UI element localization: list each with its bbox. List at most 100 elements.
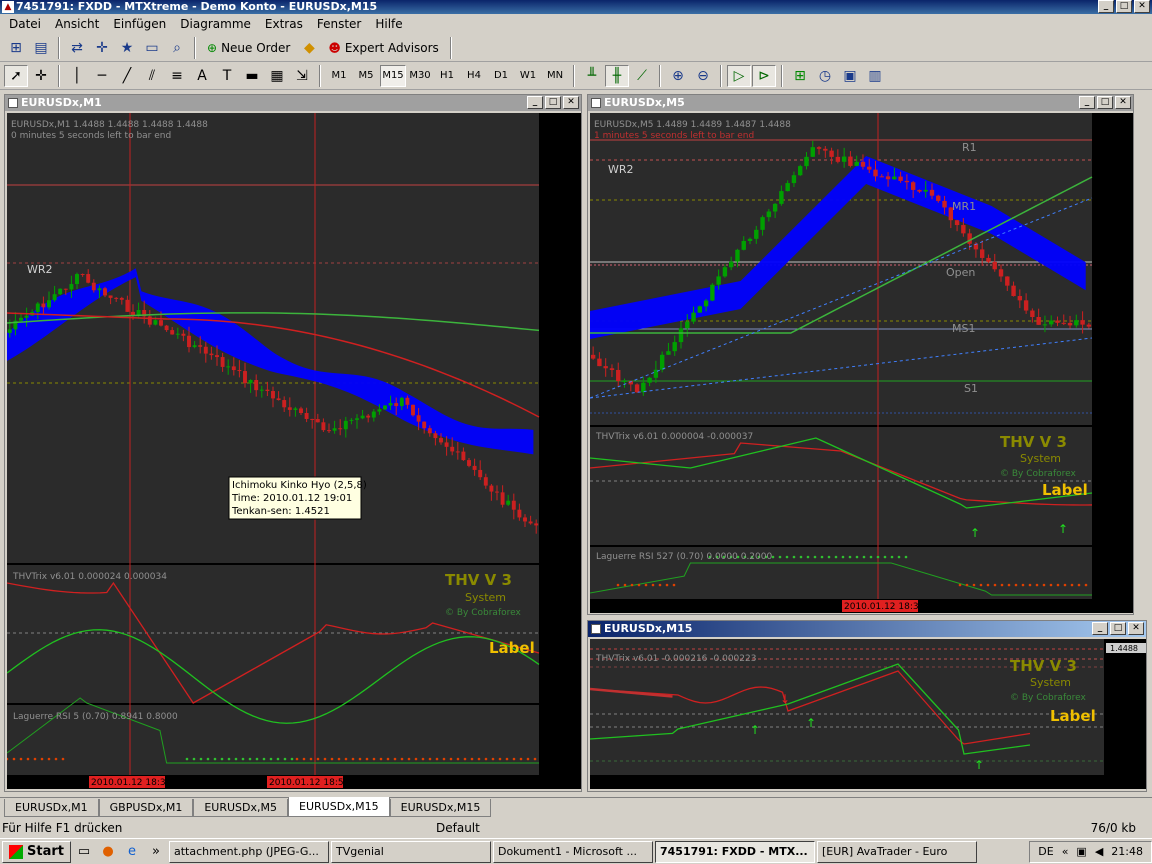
task-tvgenial[interactable]: TVgenial (330, 840, 491, 863)
timeframe-d1[interactable]: D1 (488, 65, 514, 87)
horizontal-line-icon[interactable]: ─ (90, 65, 114, 87)
task-attachment[interactable]: attachment.php (JPEG-G... (168, 840, 329, 863)
chart-canvas-m1[interactable]: 0.000112 0.0000 -0.000112 1 0 EURUSDx,M1 1.… (7, 113, 581, 789)
rsi-dot (283, 757, 287, 761)
window-minimize-button[interactable]: _ (527, 96, 543, 109)
menu-fenster[interactable]: Fenster (310, 17, 369, 31)
window-maximize-button[interactable]: □ (1110, 622, 1126, 635)
chart-svg-m5[interactable]: ↑ ↑ 0.00035 0.0003 0.0000 -0.00037 1 0 EURUSDx… (590, 113, 1133, 613)
window-close-button[interactable]: ✕ (563, 96, 579, 109)
window-maximize-button[interactable]: □ (545, 96, 561, 109)
navigator-icon[interactable]: ★ (115, 37, 139, 59)
maximize-button[interactable]: □ (1116, 0, 1132, 13)
task-metatrader[interactable]: 7451791: FXDD - MTX... (654, 840, 815, 863)
autoscroll-icon[interactable]: ▷ (727, 64, 751, 87)
show-desktop-icon[interactable]: ▭ (73, 841, 95, 863)
chart-window-m5-title[interactable]: EURUSDx,M5 _ □ ✕ (588, 95, 1133, 111)
line-chart-icon[interactable]: ⟋ (630, 65, 654, 87)
meta-editor-icon[interactable]: ◆ (297, 37, 321, 59)
menu-diagramme[interactable]: Diagramme (173, 17, 258, 31)
timeframe-m5[interactable]: M5 (353, 65, 379, 87)
candle-body (528, 521, 533, 524)
timeframe-h1[interactable]: H1 (434, 65, 460, 87)
templates-icon[interactable]: ▣ (838, 65, 862, 87)
rsi-dot (644, 583, 648, 587)
timeframe-m1[interactable]: M1 (326, 65, 352, 87)
internet-explorer-icon[interactable]: e (121, 841, 143, 863)
fibonacci-icon[interactable]: ≡ (165, 65, 189, 87)
cursor-icon[interactable]: ➚ (4, 64, 28, 87)
window-minimize-button[interactable]: _ (1092, 622, 1108, 635)
task-word-document[interactable]: Dokument1 - Microsoft ... (492, 840, 653, 863)
window-close-button[interactable]: ✕ (1115, 96, 1131, 109)
crosshair-icon[interactable]: ✛ (29, 65, 53, 87)
chart-svg-m15[interactable]: ↑↑↓↑0.000540.00050.0000 THVTrix v6.01 -0… (590, 639, 1146, 789)
gann-icon[interactable]: ▦ (265, 65, 289, 87)
window-close-button[interactable]: ✕ (1128, 622, 1144, 635)
chart-canvas-m15[interactable]: ↑↑↓↑0.000540.00050.0000 THVTrix v6.01 -0… (590, 639, 1146, 789)
timeframe-w1[interactable]: W1 (515, 65, 541, 87)
candle-body (360, 415, 365, 419)
rectangle-icon[interactable]: ▬ (240, 65, 264, 87)
profiles-icon[interactable]: ▤ (29, 37, 53, 59)
tab-eurusd-m15[interactable]: EURUSDx,M15 (389, 799, 492, 817)
text-icon[interactable]: A (190, 65, 214, 87)
timeframe-mn[interactable]: MN (542, 65, 568, 87)
window-minimize-button[interactable]: _ (1079, 96, 1095, 109)
terminal-icon[interactable]: ▭ (140, 37, 164, 59)
chart-shift-icon[interactable]: ⊳ (752, 64, 776, 87)
arrows-icon[interactable]: ⇲ (290, 65, 314, 87)
rsi-dot (792, 555, 796, 559)
bar-chart-icon[interactable]: ╨ (580, 65, 604, 87)
chart-svg-m1[interactable]: 0.000112 0.0000 -0.000112 1 0 EURUSDx,M1 1.… (7, 113, 581, 789)
menu-einfuegen[interactable]: Einfügen (106, 17, 173, 31)
candle-body (785, 183, 790, 192)
task-avatrader[interactable]: [EUR] AvaTrader - Euro (816, 840, 977, 863)
market-watch-icon[interactable]: ⇄ (65, 37, 89, 59)
candle-body (97, 288, 102, 291)
zoom-out-icon[interactable]: ⊖ (691, 65, 715, 87)
vertical-line-icon[interactable]: │ (65, 65, 89, 87)
periods-icon[interactable]: ◷ (813, 65, 837, 87)
tray-expand-icon[interactable]: « (1062, 845, 1069, 858)
chart-canvas-m5[interactable]: ↑ ↑ 0.00035 0.0003 0.0000 -0.00037 1 0 EURUSDx… (590, 113, 1133, 613)
candle-body (355, 418, 359, 420)
candle-body (455, 451, 460, 453)
tab-eurusd-m15-active[interactable]: EURUSDx,M15 (288, 797, 390, 817)
firefox-icon[interactable]: ● (97, 841, 119, 863)
close-button[interactable]: ✕ (1134, 0, 1150, 13)
rsi-dot (616, 583, 620, 587)
rsi-dot (651, 583, 655, 587)
timeframe-m15[interactable]: M15 (380, 64, 406, 87)
menu-ansicht[interactable]: Ansicht (48, 17, 106, 31)
chart-properties-icon[interactable]: ▥ (863, 65, 887, 87)
chart-window-m15-title[interactable]: EURUSDx,M15 _ □ ✕ (588, 621, 1146, 637)
expert-advisors-button[interactable]: ☻ Expert Advisors (322, 37, 444, 59)
language-indicator[interactable]: DE (1038, 845, 1053, 858)
menu-extras[interactable]: Extras (258, 17, 310, 31)
trendline-icon[interactable]: ╱ (115, 65, 139, 87)
zoom-in-icon[interactable]: ⊕ (666, 65, 690, 87)
minimize-button[interactable]: _ (1098, 0, 1114, 13)
data-window-icon[interactable]: ✛ (90, 37, 114, 59)
volume-icon[interactable]: ◀ (1095, 845, 1103, 858)
window-maximize-button[interactable]: □ (1097, 96, 1113, 109)
strategy-tester-icon[interactable]: ⌕ (165, 37, 189, 59)
tab-gbpusd-m1[interactable]: GBPUSDx,M1 (98, 799, 194, 817)
candlestick-icon[interactable]: ╫ (605, 64, 629, 87)
equidistant-channel-icon[interactable]: ⫽ (140, 65, 164, 87)
tab-eurusd-m5[interactable]: EURUSDx,M5 (193, 799, 289, 817)
chart-window-m1-title[interactable]: EURUSDx,M1 _ □ ✕ (5, 95, 581, 111)
indicators-icon[interactable]: ⊞ (788, 65, 812, 87)
start-button[interactable]: Start (2, 840, 71, 863)
tab-eurusd-m1[interactable]: EURUSDx,M1 (4, 799, 99, 817)
quicklaunch-more-icon[interactable]: » (145, 841, 167, 863)
menu-hilfe[interactable]: Hilfe (368, 17, 409, 31)
timeframe-m30[interactable]: M30 (407, 65, 433, 87)
text-label-icon[interactable]: T (215, 65, 239, 87)
timeframe-h4[interactable]: H4 (461, 65, 487, 87)
new-chart-icon[interactable]: ⊞ (4, 37, 28, 59)
menu-datei[interactable]: Datei (2, 17, 48, 31)
new-order-button[interactable]: ⊕ Neue Order (201, 37, 296, 59)
candle-body (383, 405, 387, 410)
